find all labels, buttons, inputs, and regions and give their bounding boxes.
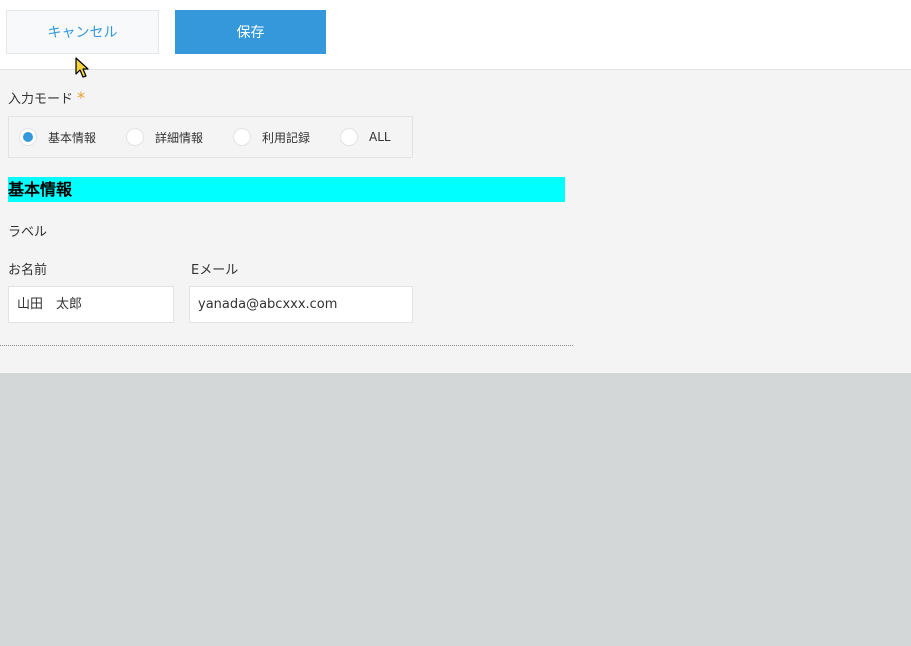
radio-option-label: ALL: [369, 130, 391, 144]
radio-unchecked-icon[interactable]: [233, 128, 251, 146]
cancel-button[interactable]: キャンセル: [6, 10, 159, 54]
input-mode-label: 入力モード *: [8, 88, 85, 107]
radio-option-usage[interactable]: 利用記録: [233, 117, 310, 157]
radio-option-label: 基本情報: [48, 130, 97, 145]
mouse-cursor-icon: [75, 57, 89, 78]
input-mode-radio-group: 基本情報 詳細情報 利用記録 ALL: [8, 116, 413, 158]
email-field-label: Eメール: [191, 263, 239, 278]
record-form: 入力モード * 基本情報 詳細情報 利用記録 ALL 基本情報 ラベル お名前 E…: [0, 70, 911, 373]
toolbar: キャンセル 保存: [0, 0, 911, 70]
input-mode-label-text: 入力モード: [8, 92, 74, 107]
radio-unchecked-icon[interactable]: [340, 128, 358, 146]
required-mark: *: [77, 88, 86, 107]
radio-checked-icon[interactable]: [19, 128, 37, 146]
radio-option-label: 利用記録: [262, 130, 311, 145]
radio-option-basic[interactable]: 基本情報: [19, 117, 96, 157]
section-divider: [0, 345, 573, 346]
save-button[interactable]: 保存: [175, 10, 326, 54]
label-field: ラベル: [8, 225, 48, 240]
radio-option-detail[interactable]: 詳細情報: [126, 117, 203, 157]
radio-option-label: 詳細情報: [155, 130, 204, 145]
name-field-label: お名前: [8, 263, 48, 278]
email-input[interactable]: yanada@abcxxx.com: [189, 286, 413, 323]
radio-unchecked-icon[interactable]: [126, 128, 144, 146]
name-input[interactable]: 山田 太郎: [8, 286, 174, 323]
section-title: 基本情報: [8, 177, 565, 202]
radio-option-all[interactable]: ALL: [340, 117, 391, 157]
